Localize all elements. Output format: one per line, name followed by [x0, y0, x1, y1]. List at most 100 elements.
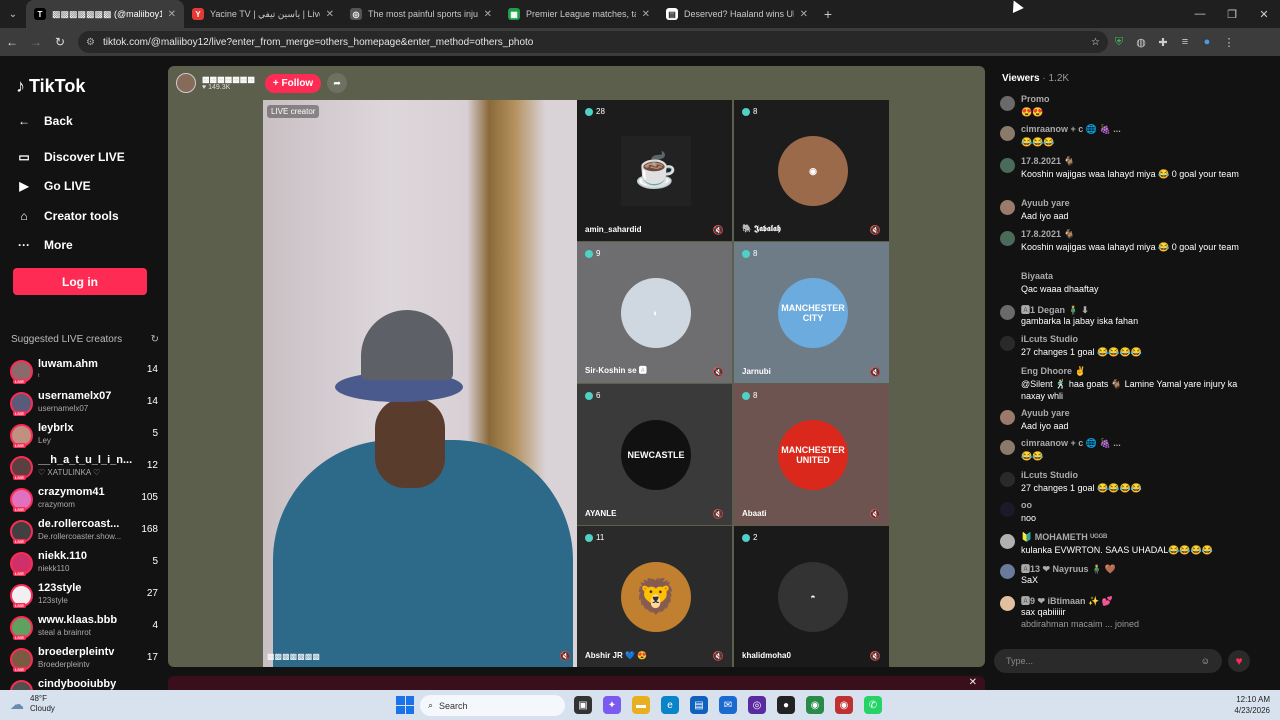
suggested-creator[interactable]: LIVE www.klaas.bbb steal a brainrot 4 [10, 614, 160, 644]
forward-nav-icon[interactable]: → [24, 35, 48, 49]
guest-tile[interactable]: 28 ☕ amin_sahardid 🔇 [577, 100, 732, 241]
outlook-icon[interactable]: ✉ [719, 696, 737, 714]
chat-input[interactable]: Type... ☺ [994, 649, 1222, 673]
suggested-creator[interactable]: LIVE crazymom41 crazymom 105 [10, 486, 160, 516]
chat-avatar[interactable] [1000, 368, 1015, 383]
chat-avatar[interactable] [1000, 126, 1015, 141]
nav-discover-live[interactable]: ▭ Discover LIVE [16, 150, 124, 164]
tab-close-icon[interactable]: ✕ [642, 9, 650, 20]
tab-close-icon[interactable]: ✕ [484, 9, 492, 20]
chat-username[interactable]: iLcuts Studio [1021, 470, 1078, 480]
guest-tile[interactable]: 8 ◉ 🐘 𝕵𝖆𝖇𝖆𝖑𝖆𝖍 🔇 [734, 100, 889, 241]
suggested-creator[interactable]: LIVE 123style 123style 27 [10, 582, 160, 612]
copilot-icon[interactable]: ✦ [603, 696, 621, 714]
chat-username[interactable]: oo [1021, 500, 1032, 510]
refresh-icon[interactable]: ↻ [151, 334, 159, 345]
suggested-creator[interactable]: LIVE leybrlx Ley 5 [10, 422, 160, 452]
bookmark-star-icon[interactable]: ☆ [1091, 37, 1100, 48]
emoji-icon[interactable]: ☺ [1201, 656, 1210, 666]
chat-avatar[interactable] [1000, 96, 1015, 111]
back-nav-icon[interactable]: ← [0, 35, 24, 49]
file-explorer-icon[interactable]: ▬ [632, 696, 650, 714]
task-view-icon[interactable]: ▣ [574, 696, 592, 714]
suggested-creator[interactable]: LIVE cindybooiubby [10, 678, 160, 690]
viewers-header[interactable]: Viewers · 1.2K [1002, 73, 1069, 84]
edge-icon[interactable]: e [661, 696, 679, 714]
chat-avatar[interactable] [1000, 336, 1015, 351]
chat-username[interactable]: Ayuub yare [1021, 198, 1070, 208]
menu-kebab-icon[interactable]: ⋮ [1218, 36, 1240, 49]
chat-username[interactable]: iLcuts Studio [1021, 334, 1078, 344]
browser-tab[interactable]: ◎ The most painful sports injuries ✕ [342, 0, 500, 28]
chat-avatar[interactable] [1000, 158, 1015, 173]
site-info-icon[interactable]: ⚙ [86, 37, 95, 48]
browser-tab[interactable]: ▦ Premier League matches, tables ✕ [500, 0, 658, 28]
system-clock[interactable]: 12:10 AM 4/23/2026 [1234, 694, 1270, 716]
chat-avatar[interactable] [1000, 502, 1015, 517]
address-bar[interactable]: ⚙ tiktok.com/@maliiboy12/live?enter_from… [78, 31, 1108, 53]
close-banner-icon[interactable]: ✕ [969, 677, 977, 688]
browser-tab[interactable]: Y Yacine TV | ياسين تيفي | Live Str ✕ [184, 0, 342, 28]
guest-tile[interactable]: 8 MANCHESTER UNITED Abaati 🔇 [734, 384, 889, 525]
whatsapp-icon[interactable]: ✆ [864, 696, 882, 714]
windows-start-icon[interactable] [396, 696, 414, 714]
tab-close-icon[interactable]: ✕ [800, 9, 808, 20]
maximize-button[interactable]: ❐ [1216, 0, 1248, 28]
follow-button[interactable]: + Follow [264, 73, 322, 93]
chrome-profile-icon[interactable]: ◉ [835, 696, 853, 714]
reload-icon[interactable]: ↻ [48, 35, 72, 49]
chat-avatar[interactable] [1000, 564, 1015, 579]
chat-avatar[interactable] [1000, 472, 1015, 487]
browser-tab[interactable]: ▤ Deserved? Haaland wins UEFA P ✕ [658, 0, 816, 28]
chat-avatar[interactable] [1000, 440, 1015, 455]
chat-avatar[interactable] [1000, 200, 1015, 215]
guest-tile[interactable]: 8 MANCHESTER CITY Jarnubi 🔇 [734, 242, 889, 383]
chat-username[interactable]: cimraanow + c 🌐 🍇 ... [1021, 124, 1121, 135]
chat-username[interactable]: Promo [1021, 94, 1050, 104]
weather-widget[interactable]: ☁ 48°F Cloudy [10, 694, 55, 714]
host-name[interactable]: ▩▩▩▩▩▩▩ [202, 75, 255, 84]
chat-username[interactable]: 🔰 MOHAMETH ᵁᴳᴳᴮ [1021, 532, 1107, 543]
suggested-creator[interactable]: LIVE usernamelx07 usernamelx07 14 [10, 390, 160, 420]
like-heart-icon[interactable]: ♥ [1228, 650, 1250, 672]
chat-avatar[interactable] [1000, 410, 1015, 425]
taskbar-search[interactable]: ⌕ Search [420, 695, 565, 716]
nav-more[interactable]: ··· More [16, 238, 73, 252]
chat-username[interactable]: cimraanow + c 🌐 🍇 ... [1021, 438, 1121, 449]
tab-close-icon[interactable]: ✕ [326, 9, 334, 20]
suggested-creator[interactable]: LIVE __h_a_t_u_l_i_n... ♡ XATULINKA ♡ 12 [10, 454, 160, 484]
host-avatar[interactable] [176, 73, 196, 93]
guest-tile[interactable]: 11 🦁 Abshir JR 💙 😍 🔇 [577, 526, 732, 667]
chat-avatar[interactable] [1000, 534, 1015, 549]
login-button[interactable]: Log in [13, 268, 147, 295]
store-icon[interactable]: ▤ [690, 696, 708, 714]
chat-username[interactable]: Biyaata [1021, 271, 1053, 281]
chrome-icon[interactable]: ◉ [806, 696, 824, 714]
media-control-icon[interactable]: ≡ [1174, 36, 1196, 48]
back-link[interactable]: ← Back [16, 114, 73, 128]
puzzle-extensions-icon[interactable]: ✚ [1152, 36, 1174, 49]
tiktok-logo[interactable]: ♪ TikTok [16, 76, 85, 97]
new-tab-button[interactable]: + [816, 6, 840, 22]
suggested-creator[interactable]: LIVE niekk.110 niekk110 5 [10, 550, 160, 580]
chat-avatar[interactable] [1000, 305, 1015, 320]
chat-avatar[interactable] [1000, 231, 1015, 246]
media-app-icon[interactable]: ● [777, 696, 795, 714]
chat-username[interactable]: 17.8.2021 🐐 [1021, 156, 1075, 167]
suggested-creator[interactable]: LIVE luwam.ahm ᵗ 14 [10, 358, 160, 388]
suggested-creator[interactable]: LIVE broederpleintv Broederpleintv 17 [10, 646, 160, 676]
share-icon[interactable]: ➦ [327, 73, 348, 93]
browser-tab[interactable]: T ▩▩▩▩▩▩▩ (@maliiboy1 ✕ [26, 0, 184, 28]
extension-icon[interactable]: ◍ [1130, 36, 1152, 49]
profile-avatar-icon[interactable]: ● [1196, 36, 1218, 48]
chat-username[interactable]: 17.8.2021 🐐 [1021, 229, 1075, 240]
guest-tile[interactable]: 2 ◓ khalidmoha0 🔇 [734, 526, 889, 667]
app-icon[interactable]: ◎ [748, 696, 766, 714]
tab-close-icon[interactable]: ✕ [168, 9, 176, 20]
chat-avatar[interactable] [1000, 596, 1015, 611]
guest-tile[interactable]: 6 NEWCASTLE AYANLE 🔇 [577, 384, 732, 525]
minimize-button[interactable]: — [1184, 0, 1216, 28]
host-video[interactable]: LIVE creator ▩▩▩▩▩▩▩ 🔇 [263, 100, 577, 667]
tab-search-button[interactable]: ⌄ [0, 0, 26, 28]
chat-username[interactable]: Ayuub yare [1021, 408, 1070, 418]
